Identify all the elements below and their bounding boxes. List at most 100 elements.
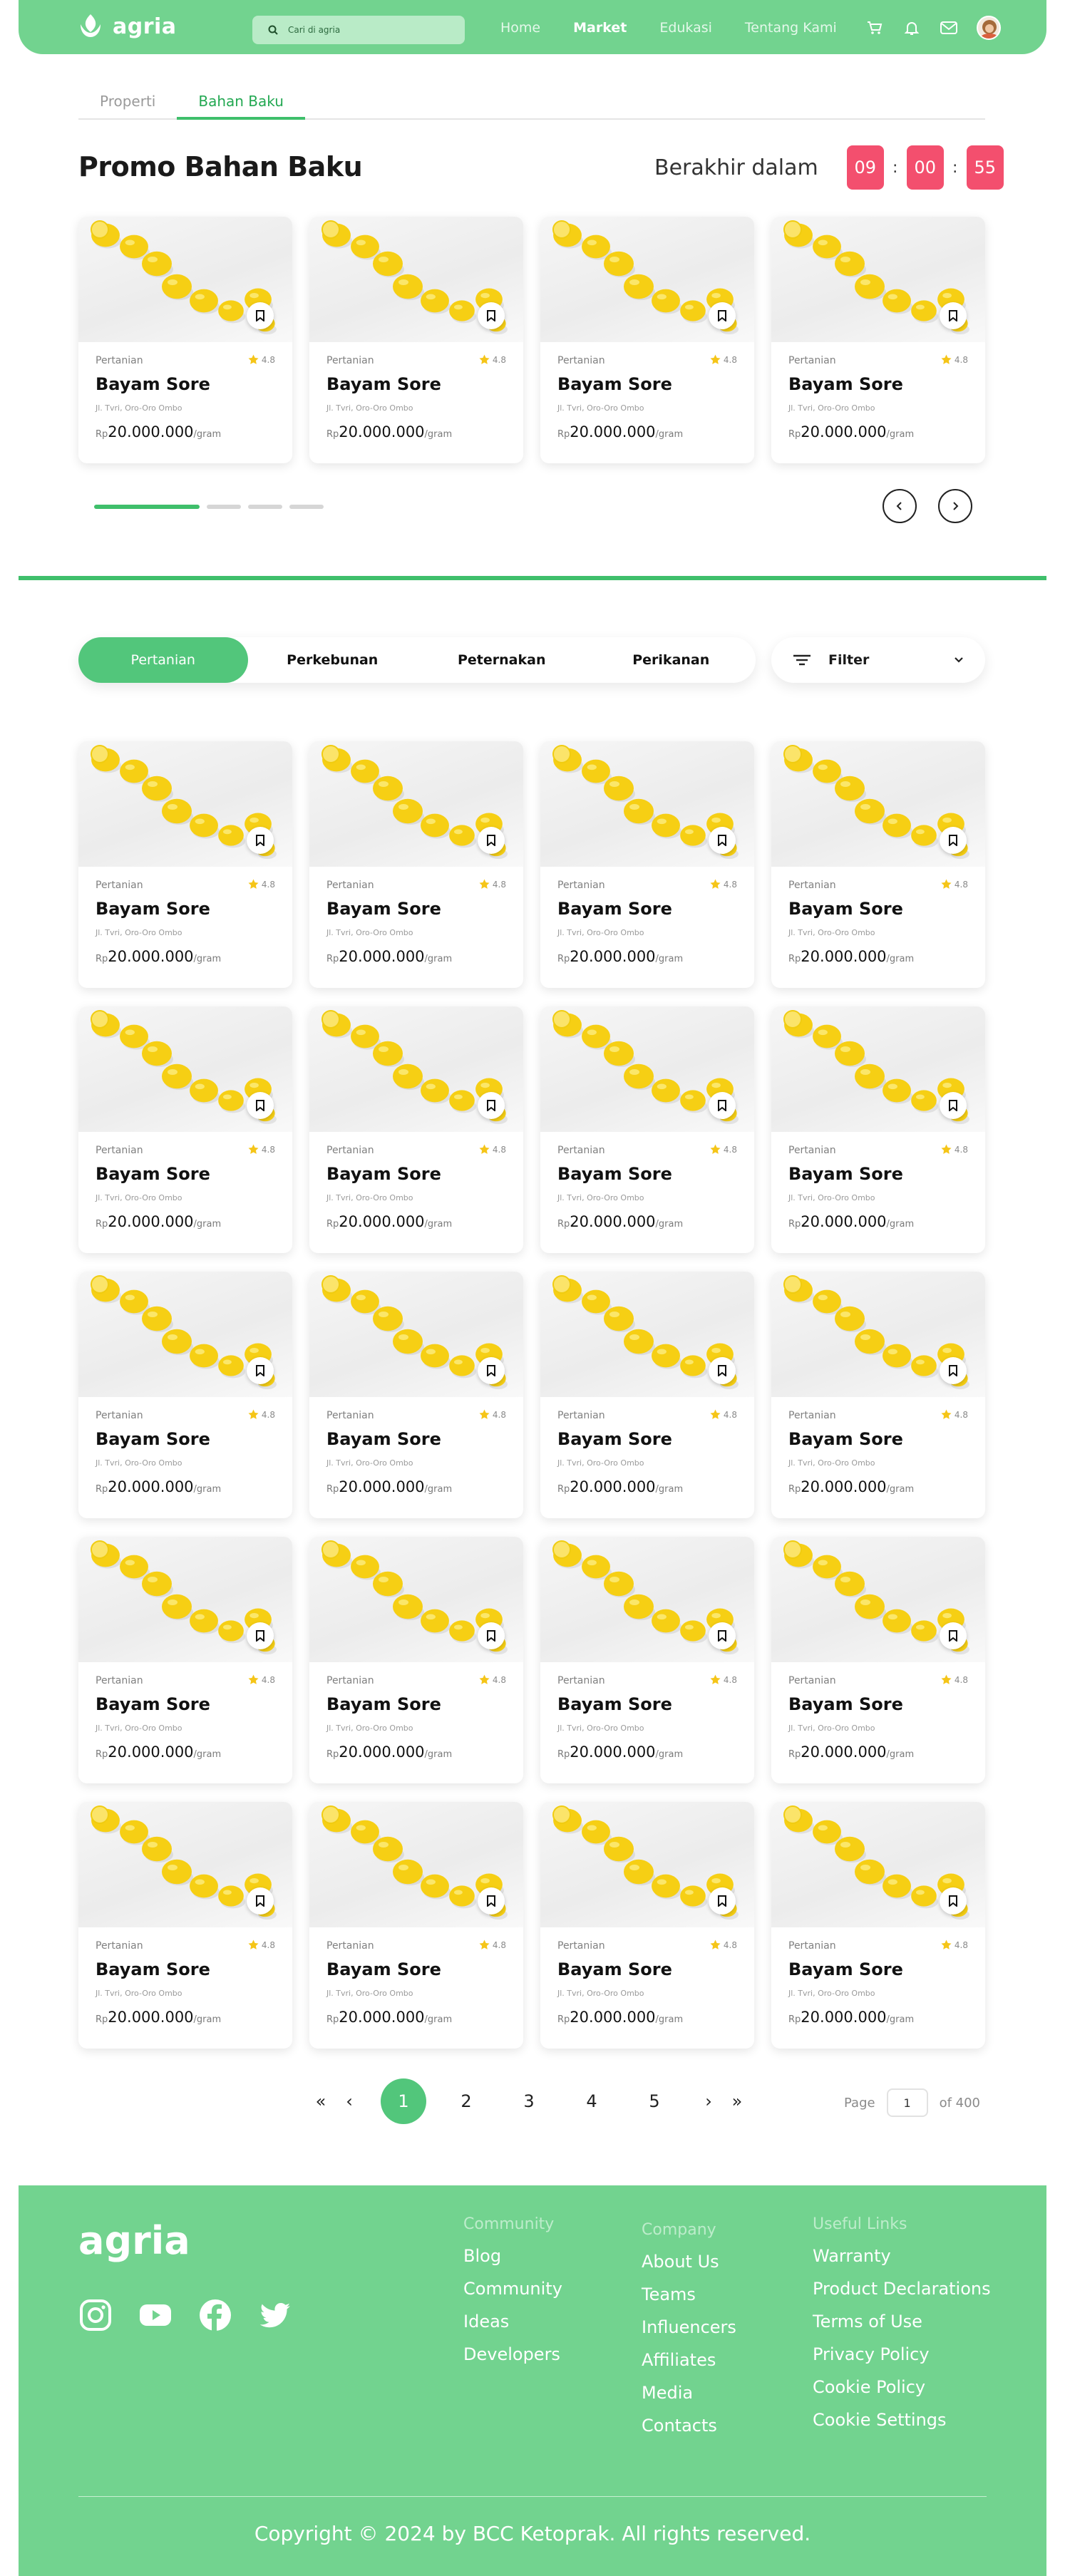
product-card[interactable]: Pertanian 4.8 Bayam Sore Jl. Tvri, Oro-Oro … <box>309 1537 523 1783</box>
bookmark-button[interactable] <box>478 1887 505 1915</box>
bookmark-button[interactable] <box>478 1357 505 1384</box>
product-card[interactable]: Pertanian 4.8 Bayam Sore Jl. Tvri, Oro-Oro … <box>78 1537 292 1783</box>
page-4-button[interactable]: 4 <box>569 2078 614 2124</box>
instagram-icon[interactable] <box>78 2298 113 2332</box>
bookmark-button[interactable] <box>940 827 967 854</box>
bell-icon[interactable] <box>902 19 921 37</box>
bookmark-button[interactable] <box>478 302 505 329</box>
product-card[interactable]: Pertanian 4.8 Bayam Sore Jl. Tvri, Oro-Oro … <box>771 1006 985 1253</box>
carousel-dot-active[interactable] <box>94 505 200 509</box>
menu-edukasi[interactable]: Edukasi <box>659 20 712 36</box>
footer-link[interactable]: Affiliates <box>642 2350 736 2383</box>
category-peternakan[interactable]: Peternakan <box>417 637 587 683</box>
bookmark-button[interactable] <box>478 1622 505 1649</box>
product-card[interactable]: Pertanian 4.8 Bayam Sore Jl. Tvri, Oro-Oro … <box>309 217 523 463</box>
product-card[interactable]: Pertanian 4.8 Bayam Sore Jl. Tvri, Oro-Oro … <box>78 741 292 988</box>
search-input[interactable] <box>288 25 445 35</box>
page-input[interactable] <box>886 2088 928 2117</box>
product-card[interactable]: Pertanian 4.8 Bayam Sore Jl. Tvri, Oro-Oro … <box>78 1802 292 2049</box>
category-perikanan[interactable]: Perikanan <box>587 637 756 683</box>
product-card[interactable]: Pertanian 4.8 Bayam Sore Jl. Tvri, Oro-Oro … <box>540 1272 754 1518</box>
footer-link[interactable]: Cookie Settings <box>813 2410 991 2443</box>
product-card[interactable]: Pertanian 4.8 Bayam Sore Jl. Tvri, Oro-Oro … <box>540 1006 754 1253</box>
footer-link[interactable]: Cookie Policy <box>813 2377 991 2410</box>
bookmark-button[interactable] <box>709 1357 736 1384</box>
youtube-icon[interactable] <box>138 2298 173 2332</box>
product-card[interactable]: Pertanian 4.8 Bayam Sore Jl. Tvri, Oro-Oro … <box>771 1537 985 1783</box>
tab-properti[interactable]: Properti <box>78 88 177 120</box>
bookmark-button[interactable] <box>709 827 736 854</box>
carousel-dot[interactable] <box>248 505 282 509</box>
product-card[interactable]: Pertanian 4.8 Bayam Sore Jl. Tvri, Oro-Oro … <box>771 1802 985 2049</box>
bookmark-button[interactable] <box>247 1622 274 1649</box>
bookmark-button[interactable] <box>247 1092 274 1119</box>
footer-link[interactable]: Terms of Use <box>813 2312 991 2344</box>
filter-dropdown[interactable]: Filter <box>771 637 985 683</box>
bookmark-button[interactable] <box>940 1887 967 1915</box>
product-card[interactable]: Pertanian 4.8 Bayam Sore Jl. Tvri, Oro-Oro … <box>771 1272 985 1518</box>
cart-icon[interactable] <box>865 19 884 37</box>
menu-home[interactable]: Home <box>500 20 540 36</box>
menu-market[interactable]: Market <box>573 20 627 36</box>
bookmark-button[interactable] <box>478 1092 505 1119</box>
last-page-button[interactable]: » <box>723 2091 751 2111</box>
product-card[interactable]: Pertanian 4.8 Bayam Sore Jl. Tvri, Oro-Oro … <box>78 1006 292 1253</box>
carousel-prev-button[interactable] <box>883 489 917 523</box>
carousel-next-button[interactable] <box>938 489 972 523</box>
bookmark-button[interactable] <box>709 302 736 329</box>
brand-logo[interactable]: agria <box>78 13 177 40</box>
footer-link[interactable]: Contacts <box>642 2416 736 2448</box>
bookmark-button[interactable] <box>478 827 505 854</box>
menu-tentang-kami[interactable]: Tentang Kami <box>745 20 837 36</box>
prev-page-button[interactable]: ‹ <box>335 2091 364 2111</box>
bookmark-button[interactable] <box>709 1887 736 1915</box>
bookmark-button[interactable] <box>940 1357 967 1384</box>
bookmark-button[interactable] <box>709 1092 736 1119</box>
product-card[interactable]: Pertanian 4.8 Bayam Sore Jl. Tvri, Oro-Oro … <box>540 1537 754 1783</box>
product-card[interactable]: Pertanian 4.8 Bayam Sore Jl. Tvri, Oro-Oro … <box>309 1802 523 2049</box>
bookmark-button[interactable] <box>940 1622 967 1649</box>
product-card[interactable]: Pertanian 4.8 Bayam Sore Jl. Tvri, Oro-Oro … <box>309 741 523 988</box>
footer-link[interactable]: Teams <box>642 2284 736 2317</box>
product-card[interactable]: Pertanian 4.8 Bayam Sore Jl. Tvri, Oro-Oro … <box>309 1272 523 1518</box>
footer-link[interactable]: Blog <box>463 2246 562 2279</box>
footer-link[interactable]: Developers <box>463 2344 562 2377</box>
product-card[interactable]: Pertanian 4.8 Bayam Sore Jl. Tvri, Oro-Oro … <box>540 1802 754 2049</box>
product-card[interactable]: Pertanian 4.8 Bayam Sore Jl. Tvri, Oro-Oro … <box>540 741 754 988</box>
footer-link[interactable]: Ideas <box>463 2312 562 2344</box>
footer-link[interactable]: Media <box>642 2383 736 2416</box>
search-bar[interactable] <box>252 16 465 44</box>
bookmark-button[interactable] <box>247 1357 274 1384</box>
bookmark-button[interactable] <box>709 1622 736 1649</box>
bookmark-button[interactable] <box>940 302 967 329</box>
page-5-button[interactable]: 5 <box>632 2078 677 2124</box>
bookmark-button[interactable] <box>247 827 274 854</box>
footer-link[interactable]: Warranty <box>813 2246 991 2279</box>
next-page-button[interactable]: › <box>694 2091 723 2111</box>
product-card[interactable]: Pertanian 4.8 Bayam Sore Jl. Tvri, Oro-Oro … <box>78 1272 292 1518</box>
twitter-icon[interactable] <box>258 2298 292 2332</box>
footer-link[interactable]: Community <box>463 2279 562 2312</box>
bookmark-button[interactable] <box>247 302 274 329</box>
carousel-dot[interactable] <box>289 505 324 509</box>
page-3-button[interactable]: 3 <box>506 2078 552 2124</box>
mail-icon[interactable] <box>940 19 958 37</box>
tab-bahan-baku[interactable]: Bahan Baku <box>177 88 305 120</box>
footer-link[interactable]: Product Declarations <box>813 2279 991 2312</box>
page-2-button[interactable]: 2 <box>443 2078 489 2124</box>
footer-link[interactable]: About Us <box>642 2252 736 2284</box>
category-perkebunan[interactable]: Perkebunan <box>248 637 418 683</box>
first-page-button[interactable]: « <box>307 2091 335 2111</box>
product-card[interactable]: Pertanian 4.8 Bayam Sore Jl. Tvri, Oro-Oro … <box>78 217 292 463</box>
product-card[interactable]: Pertanian 4.8 Bayam Sore Jl. Tvri, Oro-Oro … <box>540 217 754 463</box>
product-card[interactable]: Pertanian 4.8 Bayam Sore Jl. Tvri, Oro-Oro … <box>771 217 985 463</box>
footer-link[interactable]: Privacy Policy <box>813 2344 991 2377</box>
footer-link[interactable]: Influencers <box>642 2317 736 2350</box>
bookmark-button[interactable] <box>940 1092 967 1119</box>
facebook-icon[interactable] <box>198 2298 232 2332</box>
bookmark-button[interactable] <box>247 1887 274 1915</box>
user-avatar[interactable] <box>977 16 1001 40</box>
page-1-button[interactable]: 1 <box>381 2078 426 2124</box>
category-pertanian[interactable]: Pertanian <box>78 637 248 683</box>
product-card[interactable]: Pertanian 4.8 Bayam Sore Jl. Tvri, Oro-Oro … <box>309 1006 523 1253</box>
